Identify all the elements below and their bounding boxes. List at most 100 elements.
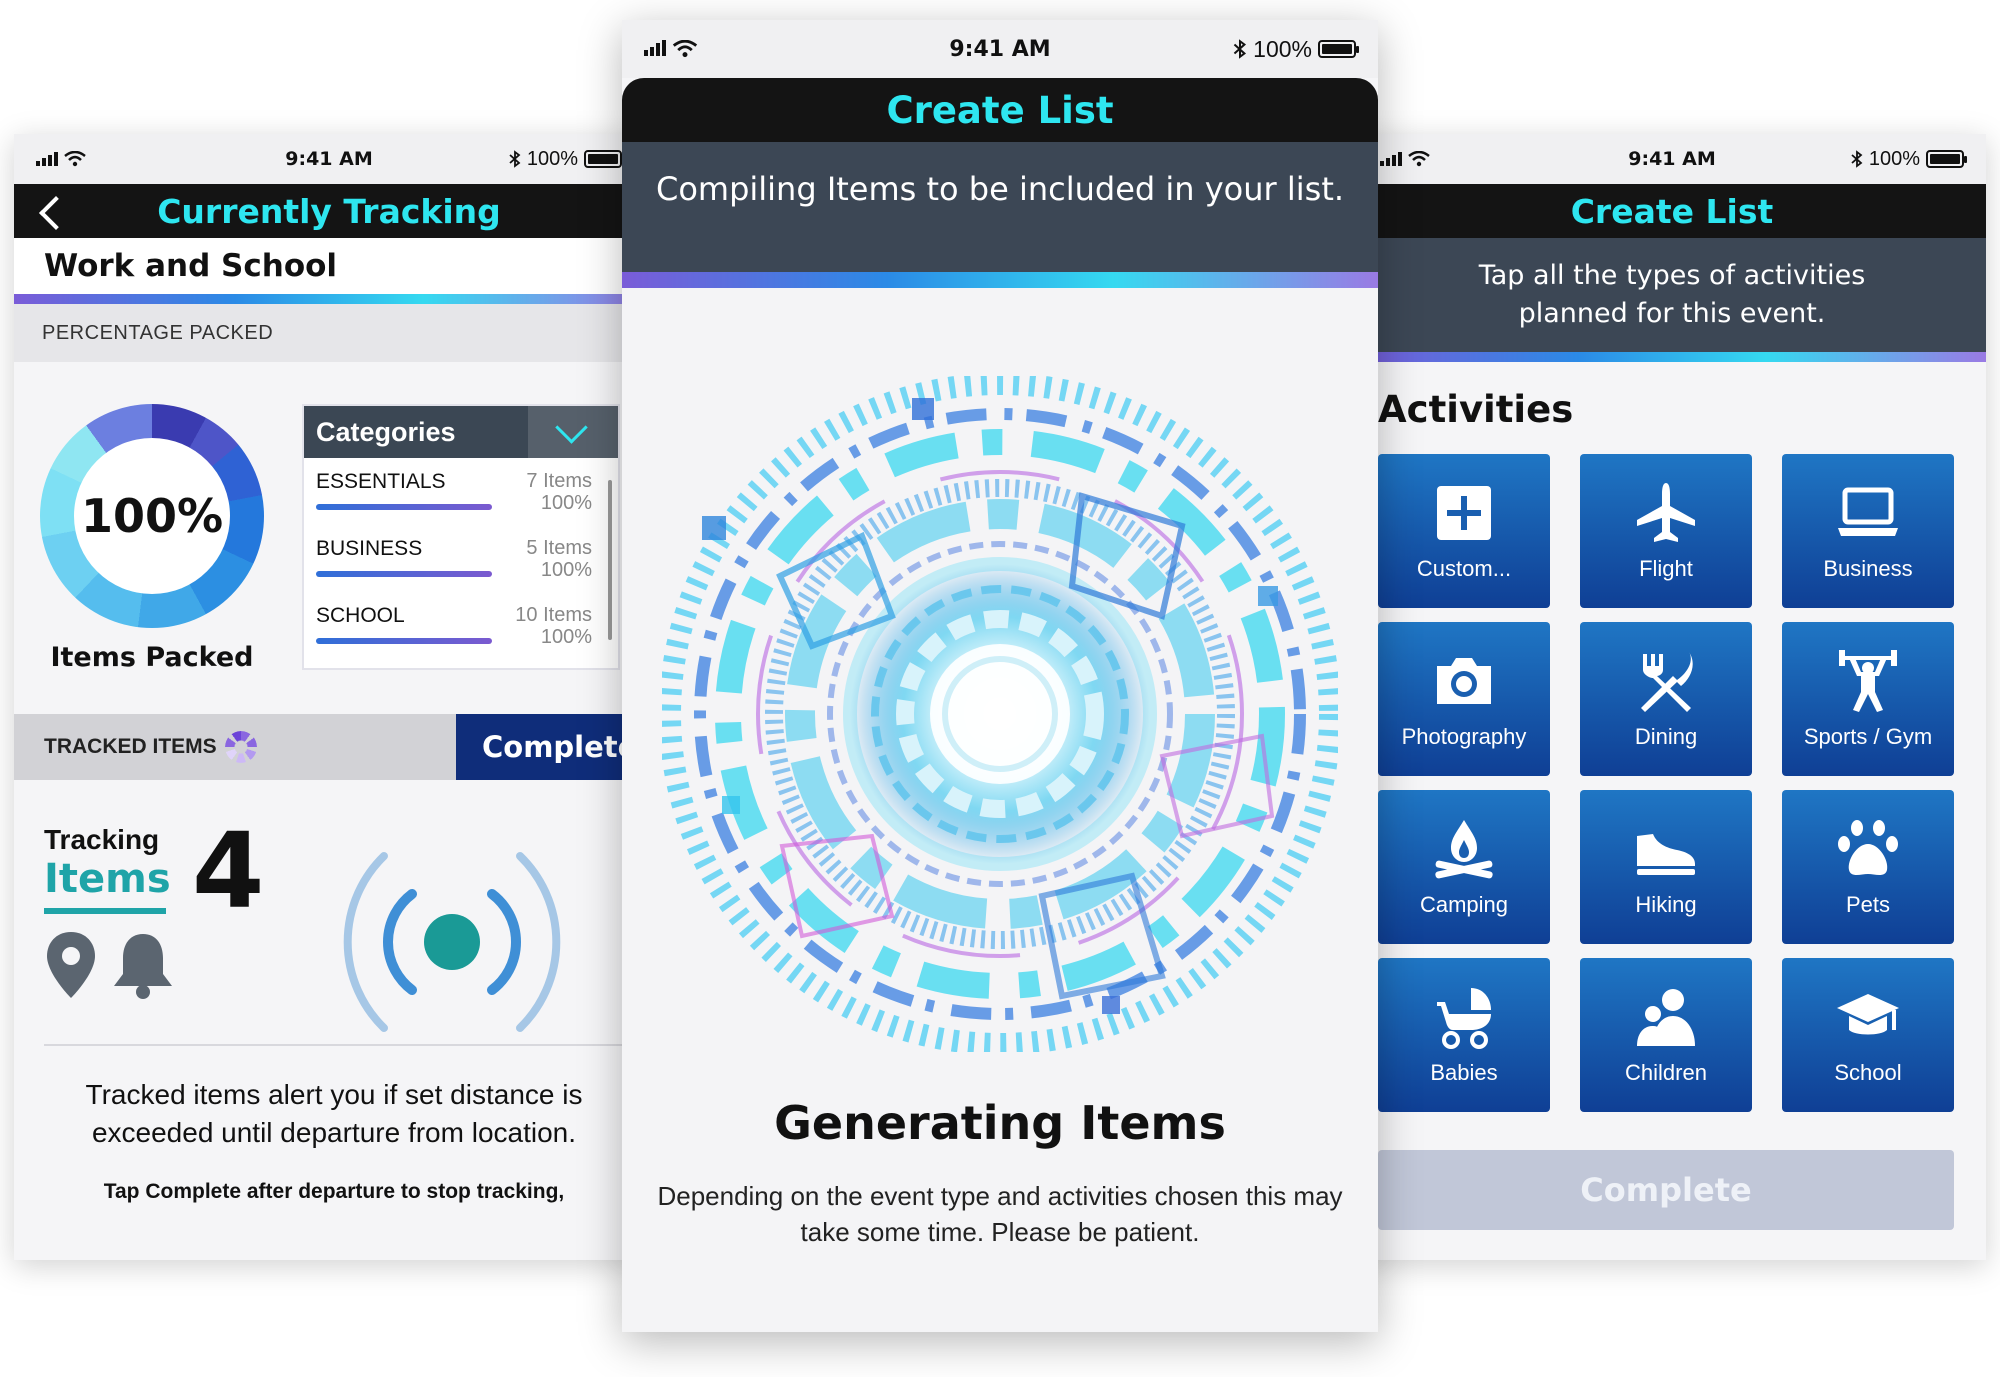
chevron-down-icon[interactable] <box>528 406 618 458</box>
camera-icon <box>1437 658 1491 704</box>
activity-label: Business <box>1823 556 1913 581</box>
complete-button[interactable]: Complete <box>456 714 644 780</box>
app-header: Create List <box>622 78 1378 142</box>
bell-icon[interactable] <box>110 930 176 1000</box>
category-progress-bar <box>316 504 492 510</box>
location-pin-icon[interactable] <box>44 930 98 1000</box>
activity-tile-pets[interactable]: Pets <box>1782 790 1954 944</box>
generating-title: Generating Items <box>774 1096 1226 1150</box>
battery-percent: 100% <box>1868 147 1920 170</box>
activity-tile-custom[interactable]: Custom... <box>1378 454 1550 608</box>
activity-label: Pets <box>1845 892 1891 917</box>
category-row[interactable]: SCHOOL 10 Items 100% <box>304 592 618 659</box>
battery-icon <box>1926 150 1967 168</box>
wifi-icon <box>672 40 698 58</box>
gradient-divider <box>622 272 1378 288</box>
category-count: 10 Items <box>515 604 592 626</box>
status-bar: 9:41 AM 100% <box>1358 134 1986 184</box>
tracking-explanation: Tracked items alert you if set distance … <box>85 1079 583 1148</box>
categories-header: Categories <box>304 406 618 458</box>
complete-button-disabled[interactable]: Complete <box>1378 1150 1954 1230</box>
activity-label: Custom... <box>1416 556 1512 581</box>
activity-label: School <box>1834 1060 1902 1085</box>
activities-grid: Custom... Flight Business Photography Di… <box>1378 454 1954 1112</box>
plus-icon <box>1437 486 1491 540</box>
activity-tile-photography[interactable]: Photography <box>1378 622 1550 776</box>
categories-panel: Categories ESSENTIALS 7 Items 100% BUSINE… <box>302 404 620 670</box>
battery-percent: 100% <box>526 147 578 170</box>
tech-vortex-graphic <box>662 376 1338 1052</box>
categories-title: Categories <box>316 416 456 447</box>
gradient-divider <box>1358 352 1986 362</box>
tracking-count: 4 <box>192 810 265 932</box>
paw-icon <box>1838 820 1898 875</box>
activities-instruction: Tap all the types of activities planned … <box>1358 238 1986 352</box>
category-percent: 100% <box>540 559 592 581</box>
activity-tile-dining[interactable]: Dining <box>1580 622 1752 776</box>
activity-tile-sports-gym[interactable]: Sports / Gym <box>1782 622 1954 776</box>
airplane-icon <box>1637 483 1695 542</box>
signal-icon <box>36 152 58 166</box>
signal-wifi <box>36 151 86 167</box>
back-chevron-icon[interactable] <box>32 192 70 230</box>
signal-icon <box>1380 152 1402 166</box>
category-count: 7 Items <box>526 470 592 492</box>
children-icon <box>1637 989 1695 1046</box>
activity-label: Babies <box>1430 1060 1498 1085</box>
divider <box>44 1044 644 1046</box>
activity-label: Sports / Gym <box>1803 724 1933 749</box>
donut-caption: Items Packed <box>50 642 254 673</box>
page-title: Currently Tracking <box>157 191 501 231</box>
category-progress-bar <box>316 638 492 644</box>
signal-icon <box>644 40 666 56</box>
activity-tile-hiking[interactable]: Hiking <box>1580 790 1752 944</box>
category-percent: 100% <box>540 626 592 648</box>
fork-knife-icon <box>1641 652 1693 712</box>
event-name: Work and School <box>14 238 644 294</box>
stroller-icon <box>1437 988 1491 1049</box>
activity-tile-children[interactable]: Children <box>1580 958 1752 1112</box>
generating-description: Depending on the event type and activiti… <box>657 1181 1343 1247</box>
status-bar: 9:41 AM 100% <box>622 20 1378 78</box>
activity-tile-school[interactable]: School <box>1782 958 1954 1112</box>
generating-screen: 9:41 AM 100% Create List Compiling Items… <box>622 20 1378 1332</box>
packed-donut-chart: 100% <box>40 404 264 628</box>
activities-screen: 9:41 AM 100% Create List Tap all the typ… <box>1358 134 1986 1260</box>
activities-heading: Activities <box>1378 388 1574 431</box>
donut-value: 100% <box>80 489 224 543</box>
activity-tile-flight[interactable]: Flight <box>1580 454 1752 608</box>
activity-label: Flight <box>1639 556 1693 581</box>
category-row[interactable]: ESSENTIALS 7 Items 100% <box>304 458 618 525</box>
category-progress-bar <box>316 571 492 577</box>
tracking-instruction: Tap Complete after departure to stop tra… <box>103 1180 565 1203</box>
laptop-icon <box>1838 487 1898 536</box>
activity-tile-business[interactable]: Business <box>1782 454 1954 608</box>
status-bar: 9:41 AM 100% <box>14 134 644 184</box>
generating-body: Generating Items Depending on the event … <box>622 288 1378 1332</box>
shoe-icon <box>1637 834 1695 875</box>
compiling-message: Compiling Items to be included in your l… <box>622 142 1378 272</box>
activity-label: Dining <box>1634 724 1698 749</box>
loading-spinner-icon <box>224 731 257 763</box>
tracking-items-label: Items <box>44 856 171 902</box>
category-row[interactable]: BUSINESS 5 Items 100% <box>304 525 618 592</box>
bluetooth-icon <box>509 150 521 168</box>
battery-icon <box>584 150 625 168</box>
page-title: Create List <box>886 88 1114 132</box>
bluetooth-icon <box>1233 39 1247 59</box>
gradient-divider <box>14 294 644 304</box>
category-count: 5 Items <box>526 537 592 559</box>
activity-label: Children <box>1625 1060 1707 1085</box>
tracking-screen: 9:41 AM 100% Currently Tracking Work and… <box>14 134 644 1260</box>
weightlifter-icon <box>1839 650 1897 712</box>
graduation-cap-icon <box>1837 994 1899 1035</box>
activity-tile-babies[interactable]: Babies <box>1378 958 1550 1112</box>
activity-label: Hiking <box>1635 892 1697 917</box>
percentage-packed-label: PERCENTAGE PACKED <box>14 304 644 362</box>
battery-percent: 100% <box>1253 35 1312 62</box>
scrollbar[interactable] <box>608 480 612 640</box>
app-header: Currently Tracking <box>14 184 644 238</box>
activity-tile-camping[interactable]: Camping <box>1378 790 1550 944</box>
activity-label: Camping <box>1419 892 1509 917</box>
wifi-icon <box>1408 151 1430 167</box>
